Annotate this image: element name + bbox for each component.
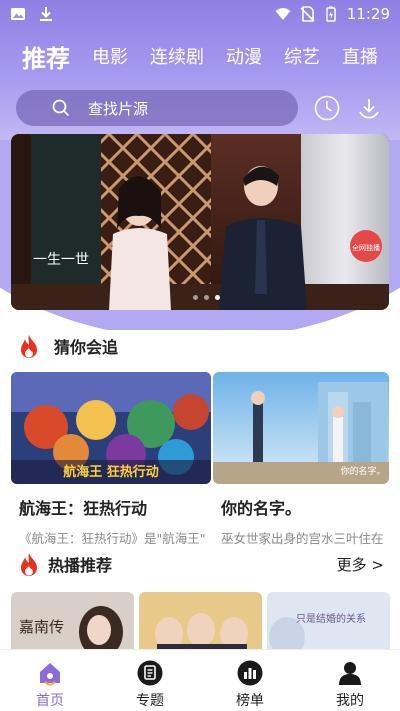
download-icon — [40, 7, 52, 21]
download-button[interactable] — [356, 95, 382, 121]
banner-carousel[interactable]: 一生一世 全网独播 — [11, 134, 389, 310]
search-row: 查找片源 — [16, 90, 386, 126]
section-hot-title: 热播推荐 — [48, 556, 113, 575]
clock-icon — [314, 95, 340, 121]
search-input[interactable]: 查找片源 — [16, 90, 298, 126]
banner-image: 一生一世 全网独播 — [11, 134, 389, 310]
home-icon — [40, 663, 60, 686]
tab-anime[interactable]: 动漫 — [226, 43, 262, 69]
image-icon — [11, 8, 25, 20]
tab-live[interactable]: 直播 — [342, 43, 378, 69]
status-time: 11:29 — [346, 5, 390, 23]
fire-icon — [21, 335, 37, 358]
poster-yourname: 你的名字。 — [213, 372, 389, 484]
poster-onepiece: 航海王 狂热行动 — [11, 372, 211, 484]
download-icon — [359, 99, 379, 119]
hot-thumb-title: 嘉南传 — [19, 618, 64, 636]
nav-label: 专题 — [136, 693, 164, 709]
hot-thumb-3[interactable]: 只是结婚的关系 — [267, 592, 390, 652]
carousel-dot — [193, 295, 198, 300]
card-title: 你的名字。 — [221, 499, 302, 518]
nav-home[interactable]: 首页 — [0, 650, 100, 711]
banner-badge: 全网独播 — [352, 243, 380, 252]
nav-label: 我的 — [336, 693, 364, 709]
nav-topics[interactable]: 专题 — [100, 650, 200, 711]
section-hot-header: 热播推荐 更多 > — [18, 552, 384, 576]
hot-thumb-title: 只是结婚的关系 — [296, 612, 366, 625]
rankings-icon — [237, 660, 263, 686]
video-card-onepiece[interactable]: 航海王 狂热行动 航海王：狂热行动 《航海王：狂热行动》是"航海王"系列 — [11, 372, 211, 547]
fire-icon — [21, 553, 37, 576]
tab-movies[interactable]: 电影 — [92, 43, 128, 69]
section-guess-header: 猜你会追 — [18, 334, 384, 358]
card-desc: 《航海王：狂热行动》是"航海王"系列 — [19, 531, 207, 546]
tab-variety[interactable]: 综艺 — [284, 43, 320, 69]
banner-caption: 一生一世 — [33, 252, 89, 268]
carousel-dot-active — [215, 295, 220, 300]
nav-label: 榜单 — [236, 693, 264, 709]
hot-thumb-1[interactable]: 嘉南传 — [11, 592, 134, 652]
profile-icon — [339, 662, 361, 685]
no-sim-icon — [300, 6, 315, 22]
wifi-icon — [275, 8, 291, 20]
history-button[interactable] — [314, 95, 340, 121]
poster-yourname-text: 你的名字。 — [340, 465, 385, 477]
carousel-dots — [193, 295, 220, 300]
section-guess-title: 猜你会追 — [54, 338, 119, 357]
status-bar: 11:29 — [0, 0, 400, 28]
nav-profile[interactable]: 我的 — [300, 650, 400, 711]
more-link[interactable]: 更多 > — [337, 554, 384, 575]
nav-rankings[interactable]: 榜单 — [200, 650, 300, 711]
battery-icon — [326, 6, 336, 22]
search-icon — [52, 99, 70, 117]
bottom-nav: 首页 专题 榜单 我的 — [0, 649, 400, 711]
carousel-dot — [204, 295, 209, 300]
card-desc: 巫女世家出身的宫水三叶住在 — [221, 531, 384, 546]
video-card-yourname[interactable]: 你的名字。 你的名字。 巫女世家出身的宫水三叶住在 — [213, 372, 389, 547]
search-placeholder: 查找片源 — [88, 99, 149, 118]
tab-recommend[interactable]: 推荐 — [22, 39, 70, 74]
poster-onepiece-text: 航海王 狂热行动 — [63, 464, 159, 480]
category-tabs: 推荐 电影 连续剧 动漫 综艺 直播 — [22, 36, 400, 76]
card-title: 航海王：狂热行动 — [19, 499, 148, 518]
hot-thumb-2[interactable] — [139, 592, 262, 652]
topics-icon — [137, 660, 163, 686]
hot-thumbs-row: 嘉南传 只是结婚的关系 — [11, 592, 390, 652]
nav-label: 首页 — [36, 693, 64, 709]
tab-series[interactable]: 连续剧 — [150, 43, 204, 69]
